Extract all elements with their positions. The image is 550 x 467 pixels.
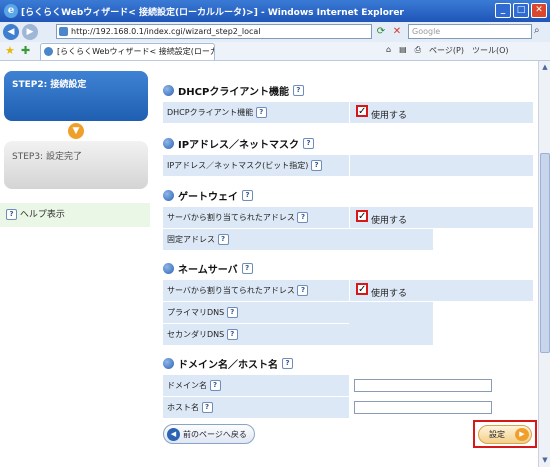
step3-item: STEP3: 設定完了 bbox=[4, 141, 148, 189]
help-icon[interactable]: ? bbox=[303, 137, 315, 149]
help-icon[interactable]: ? bbox=[241, 262, 253, 274]
secondary-dns-row: セカンダリDNS ? bbox=[163, 323, 533, 345]
gateway-checkbox[interactable]: ✓ bbox=[356, 210, 368, 222]
gateway-server-row: サーバから割り当てられたアドレス ? bbox=[163, 206, 533, 228]
page-icon bbox=[59, 27, 68, 36]
minimize-button[interactable]: _ bbox=[495, 3, 511, 18]
step2-current: STEP2: 接続設定 bbox=[4, 71, 148, 121]
section-gateway-header: ゲートウェイ? bbox=[163, 186, 253, 204]
stop-icon[interactable]: ✕ bbox=[390, 25, 404, 39]
bullet-icon bbox=[163, 84, 174, 96]
help-icon[interactable]: ? bbox=[297, 285, 309, 296]
tools-menu[interactable]: ツール(O) bbox=[472, 45, 509, 56]
section-nameserver-header: ネームサーバ? bbox=[163, 259, 253, 277]
print-icon[interactable]: ⎙ bbox=[415, 45, 421, 56]
address-field[interactable]: http://192.168.0.1/index.cgi/wizard_step… bbox=[56, 24, 372, 39]
help-icon[interactable]: ? bbox=[226, 329, 238, 340]
nameserver-checkbox-label: 使用する bbox=[371, 289, 408, 299]
bullet-icon bbox=[163, 357, 174, 369]
window-title: [らくらくWebウィザード< 接続設定(ローカルルータ)>] - Windows… bbox=[21, 7, 404, 18]
favorites-star-icon[interactable]: ★ bbox=[5, 44, 15, 57]
back-page-button[interactable]: ◀ 前のページへ戻る bbox=[163, 424, 255, 444]
primary-dns-row: プライマリDNS ? bbox=[163, 301, 533, 323]
section-ip-header: IPアドレス／ネットマスク? bbox=[163, 134, 315, 152]
help-icon[interactable]: ? bbox=[292, 84, 304, 96]
domain-name-input[interactable] bbox=[354, 379, 492, 392]
address-toolbar: ◀ ▶ http://192.168.0.1/index.cgi/wizard_… bbox=[0, 22, 550, 42]
search-input[interactable]: Google bbox=[408, 24, 532, 39]
dhcp-checkbox-label: 使用する bbox=[371, 111, 408, 121]
host-name-input[interactable] bbox=[354, 401, 492, 414]
refresh-icon[interactable]: ⟳ bbox=[374, 25, 388, 39]
search-icon[interactable]: ⌕ bbox=[534, 25, 540, 36]
ip-row: IPアドレス／ネットマスク(ビット指定) ? bbox=[163, 154, 533, 176]
browser-tab[interactable]: [らくらくWebウィザード< 接続設定(ローカルルータ)>] bbox=[40, 43, 215, 60]
help-icon[interactable]: ? bbox=[217, 234, 229, 245]
bullet-icon bbox=[163, 137, 174, 149]
add-favorites-icon[interactable]: ✚ bbox=[21, 44, 30, 57]
window-titlebar: e [らくらくWebウィザード< 接続設定(ローカルルータ)>] - Windo… bbox=[0, 0, 550, 22]
page-menu[interactable]: ページ(P) bbox=[429, 45, 464, 56]
host-row: ホスト名 ? bbox=[163, 396, 533, 418]
forward-arrow-icon: ▶ bbox=[515, 428, 529, 441]
bullet-icon bbox=[163, 262, 174, 274]
tab-page-icon bbox=[44, 47, 53, 56]
help-icon[interactable]: ? bbox=[282, 357, 293, 369]
help-icon[interactable]: ? bbox=[255, 107, 267, 118]
domain-row: ドメイン名 ? bbox=[163, 374, 533, 396]
help-icon: ? bbox=[6, 209, 17, 220]
gateway-fixed-row: 固定アドレス ? bbox=[163, 228, 533, 250]
help-link[interactable]: ? ヘルプ表示 bbox=[0, 203, 150, 227]
arrow-down-icon: ▼ bbox=[68, 123, 84, 139]
dhcp-row: DHCPクライアント機能 ? bbox=[163, 101, 533, 123]
section-domain-header: ドメイン名／ホスト名? bbox=[163, 354, 293, 372]
help-icon[interactable]: ? bbox=[297, 212, 309, 223]
home-icon[interactable]: ⌂ bbox=[386, 45, 391, 56]
help-icon[interactable]: ? bbox=[209, 380, 221, 391]
page-content: STEP2: 接続設定 ▼ STEP3: 設定完了 ? ヘルプ表示 DHCPクラ… bbox=[0, 61, 538, 467]
maximize-button[interactable]: □ bbox=[513, 3, 529, 18]
help-icon[interactable]: ? bbox=[310, 160, 322, 171]
vertical-scrollbar[interactable]: ▲ ▼ bbox=[538, 61, 550, 467]
help-icon[interactable]: ? bbox=[226, 307, 238, 318]
gateway-checkbox-label: 使用する bbox=[371, 216, 408, 226]
feeds-icon[interactable]: ▤ bbox=[399, 45, 407, 56]
back-arrow-icon: ◀ bbox=[167, 427, 180, 441]
nameserver-server-row: サーバから割り当てられたアドレス ? bbox=[163, 279, 533, 301]
scroll-thumb[interactable] bbox=[540, 153, 550, 353]
section-dhcp-header: DHCPクライアント機能? bbox=[163, 81, 304, 99]
scroll-down-icon[interactable]: ▼ bbox=[540, 455, 550, 465]
submit-button[interactable]: 設定 ▶ bbox=[478, 425, 532, 444]
wizard-sidebar: STEP2: 接続設定 ▼ STEP3: 設定完了 ? ヘルプ表示 bbox=[0, 61, 150, 467]
help-icon[interactable]: ? bbox=[201, 402, 213, 413]
ie-logo-icon: e bbox=[4, 4, 18, 18]
forward-nav-button[interactable]: ▶ bbox=[22, 24, 38, 40]
back-nav-button[interactable]: ◀ bbox=[3, 24, 19, 40]
submit-highlight: 設定 ▶ bbox=[473, 420, 537, 448]
nameserver-checkbox[interactable]: ✓ bbox=[356, 283, 368, 295]
scroll-up-icon[interactable]: ▲ bbox=[540, 62, 550, 72]
dhcp-checkbox[interactable]: ✓ bbox=[356, 105, 368, 117]
settings-form: DHCPクライアント機能? DHCPクライアント機能 ? ✓ 使用する IPアド… bbox=[163, 61, 537, 467]
tab-bar: ★ ✚ [らくらくWebウィザード< 接続設定(ローカルルータ)>] ⌂ ▤ ⎙… bbox=[0, 42, 550, 61]
bullet-icon bbox=[163, 189, 174, 201]
close-button[interactable]: ✕ bbox=[531, 3, 547, 18]
help-icon[interactable]: ? bbox=[242, 189, 253, 201]
